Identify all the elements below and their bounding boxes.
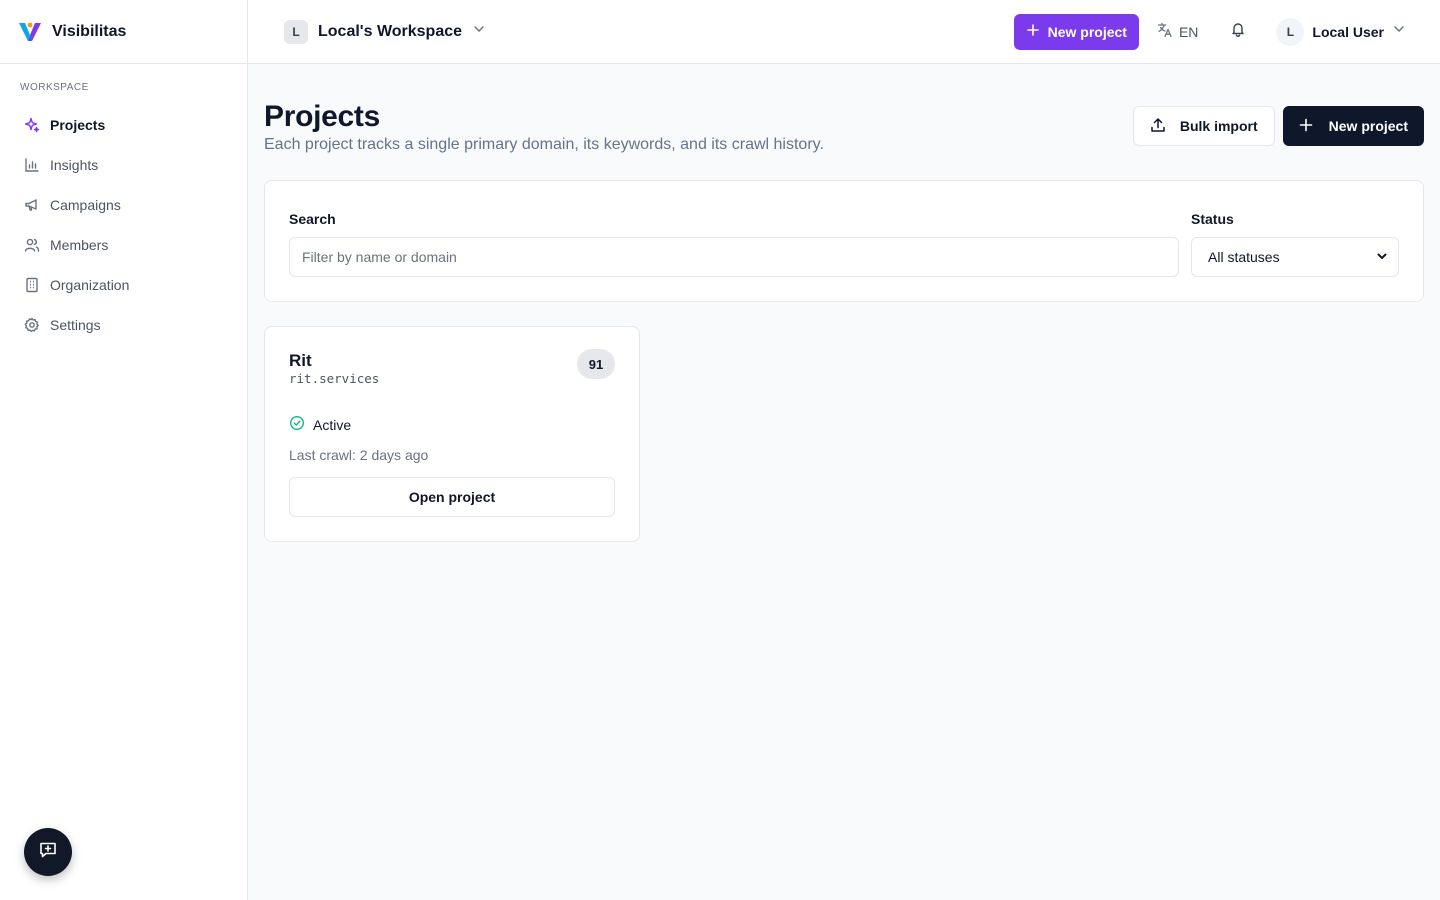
workspace-switcher[interactable]: L Local's Workspace xyxy=(284,19,486,44)
page-subtitle: Each project tracks a single primary dom… xyxy=(264,136,824,153)
notifications-button[interactable] xyxy=(1226,20,1250,44)
sidebar-item-members[interactable]: Members xyxy=(20,225,227,265)
page-header: Projects Each project tracks a single pr… xyxy=(264,64,1424,180)
feedback-chat-button[interactable] xyxy=(24,828,72,876)
project-status: Active xyxy=(289,415,351,434)
main-content: Projects Each project tracks a single pr… xyxy=(264,64,1424,542)
megaphone-icon xyxy=(24,197,40,213)
gear-icon xyxy=(24,317,40,333)
button-label: New project xyxy=(1047,23,1127,40)
brand-name: Visibilitas xyxy=(52,22,127,40)
translate-icon xyxy=(1157,22,1173,41)
sidebar-nav: WORKSPACE Projects Insights Campaigns Me… xyxy=(0,64,247,345)
workspace-name: Local's Workspace xyxy=(318,22,463,40)
sidebar-item-insights[interactable]: Insights xyxy=(20,145,227,185)
sidebar-item-label: Settings xyxy=(50,317,101,333)
user-menu[interactable]: L Local User xyxy=(1276,17,1406,46)
sidebar-item-settings[interactable]: Settings xyxy=(20,305,227,345)
project-name: Rit xyxy=(289,351,312,370)
sidebar-item-label: Members xyxy=(50,237,109,253)
language-code: EN xyxy=(1178,23,1199,40)
sidebar-item-organization[interactable]: Organization xyxy=(20,265,227,305)
bulk-import-button[interactable]: Bulk import xyxy=(1132,106,1275,146)
message-plus-icon xyxy=(38,840,58,865)
nav-section-heading: WORKSPACE xyxy=(20,82,89,93)
chevron-down-icon xyxy=(1392,22,1406,41)
sidebar-item-label: Organization xyxy=(50,277,130,293)
open-project-button[interactable]: Open project xyxy=(289,477,615,517)
project-card: Rit rit.services 91 Active Last crawl: 2… xyxy=(264,326,640,542)
sidebar-item-projects[interactable]: Projects xyxy=(20,105,227,145)
topbar-new-project-button[interactable]: New project xyxy=(1013,13,1139,50)
new-project-button[interactable]: New project xyxy=(1282,106,1424,146)
chevron-down-icon xyxy=(472,22,486,41)
building-icon xyxy=(24,277,40,293)
user-name: Local User xyxy=(1312,23,1384,40)
chevron-down-icon xyxy=(1376,249,1388,265)
topbar-actions: New project EN L Local User xyxy=(1013,0,1440,64)
plus-icon xyxy=(1026,23,1040,40)
last-crawl: Last crawl: 2 days ago xyxy=(289,447,429,463)
status-select-value: All statuses xyxy=(1208,249,1280,265)
status-select[interactable]: All statuses xyxy=(1191,237,1399,277)
bell-icon xyxy=(1230,21,1246,42)
button-label: New project xyxy=(1328,118,1408,134)
search-input[interactable] xyxy=(289,237,1179,277)
users-icon xyxy=(24,237,40,253)
language-switcher[interactable]: EN xyxy=(1157,22,1198,41)
plus-icon xyxy=(1299,118,1313,135)
sidebar-item-label: Projects xyxy=(50,117,106,133)
button-label: Bulk import xyxy=(1179,118,1258,134)
bar-chart-icon xyxy=(24,157,40,173)
project-score-badge: 91 xyxy=(577,349,615,379)
upload-icon xyxy=(1150,117,1166,136)
page-title: Projects xyxy=(264,100,380,133)
topbar: L Local's Workspace New project EN L Loc… xyxy=(248,0,1440,64)
page-actions: Bulk import New project xyxy=(1132,106,1424,146)
status-text: Active xyxy=(313,416,352,433)
sidebar-item-label: Campaigns xyxy=(50,197,121,213)
avatar: L xyxy=(1276,17,1305,46)
check-circle-icon xyxy=(289,415,305,434)
sparkles-icon xyxy=(24,117,40,133)
search-label: Search xyxy=(289,211,336,227)
workspace-avatar: L xyxy=(284,19,308,44)
project-domain: rit.services xyxy=(289,371,380,386)
sidebar-item-label: Insights xyxy=(50,157,99,173)
brand[interactable]: Visibilitas xyxy=(0,0,247,64)
sidebar-item-campaigns[interactable]: Campaigns xyxy=(20,185,227,225)
status-label: Status xyxy=(1191,211,1234,227)
filter-card: Search Status All statuses xyxy=(264,180,1424,302)
sidebar: Visibilitas WORKSPACE Projects Insights … xyxy=(0,0,248,900)
visibilitas-logo-icon xyxy=(18,20,42,44)
